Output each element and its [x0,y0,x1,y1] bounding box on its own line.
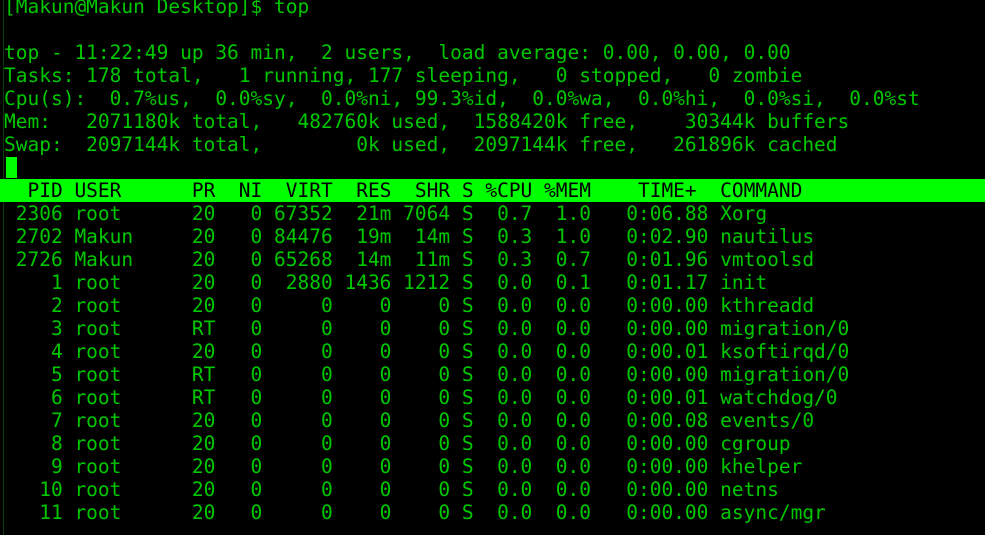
shell-prompt-line: [Makun@Makun Desktop]$ top [4,0,310,18]
table-row[interactable]: 4 root 20 0 0 0 0 S 0.0 0.0 0:00.01 ksof… [4,340,985,363]
top-swap-line: Swap: 2097144k total, 0k used, 2097144k … [4,133,838,156]
table-row[interactable]: 2306 root 20 0 67352 21m 7064 S 0.7 1.0 … [4,202,985,225]
table-row[interactable]: 11 root 20 0 0 0 0 S 0.0 0.0 0:00.00 asy… [4,501,985,524]
terminal-window[interactable]: [Makun@Makun Desktop]$ [Makun@Makun Desk… [0,0,985,535]
text-cursor [6,157,17,178]
table-row[interactable]: 6 root RT 0 0 0 0 S 0.0 0.0 0:00.01 watc… [4,386,985,409]
terminal-screen[interactable]: [Makun@Makun Desktop]$ [Makun@Makun Desk… [0,0,985,535]
table-row[interactable]: 1 root 20 0 2880 1436 1212 S 0.0 0.1 0:0… [4,271,985,294]
top-uptime-line: top - 11:22:49 up 36 min, 2 users, load … [4,41,791,64]
top-mem-line: Mem: 2071180k total, 482760k used, 15884… [4,110,850,133]
table-row[interactable]: 7 root 20 0 0 0 0 S 0.0 0.0 0:00.08 even… [4,409,985,432]
table-row[interactable]: 9 root 20 0 0 0 0 S 0.0 0.0 0:00.00 khel… [4,455,985,478]
table-row[interactable]: 2726 Makun 20 0 65268 14m 11m S 0.3 0.7 … [4,248,985,271]
process-table-header[interactable]: PID USER PR NI VIRT RES SHR S %CPU %MEM … [0,179,985,202]
table-row[interactable]: 8 root 20 0 0 0 0 S 0.0 0.0 0:00.00 cgro… [4,432,985,455]
table-row[interactable]: 2 root 20 0 0 0 0 S 0.0 0.0 0:00.00 kthr… [4,294,985,317]
table-row[interactable]: 2702 Makun 20 0 84476 19m 14m S 0.3 1.0 … [4,225,985,248]
cursor-line [4,156,985,179]
table-row[interactable]: 5 root RT 0 0 0 0 S 0.0 0.0 0:00.00 migr… [4,363,985,386]
table-row[interactable]: 10 root 20 0 0 0 0 S 0.0 0.0 0:00.00 net… [4,478,985,501]
top-cpu-line: Cpu(s): 0.7%us, 0.0%sy, 0.0%ni, 99.3%id,… [4,87,920,110]
table-row[interactable]: 3 root RT 0 0 0 0 S 0.0 0.0 0:00.00 migr… [4,317,985,340]
top-tasks-line: Tasks: 178 total, 1 running, 177 sleepin… [4,64,803,87]
